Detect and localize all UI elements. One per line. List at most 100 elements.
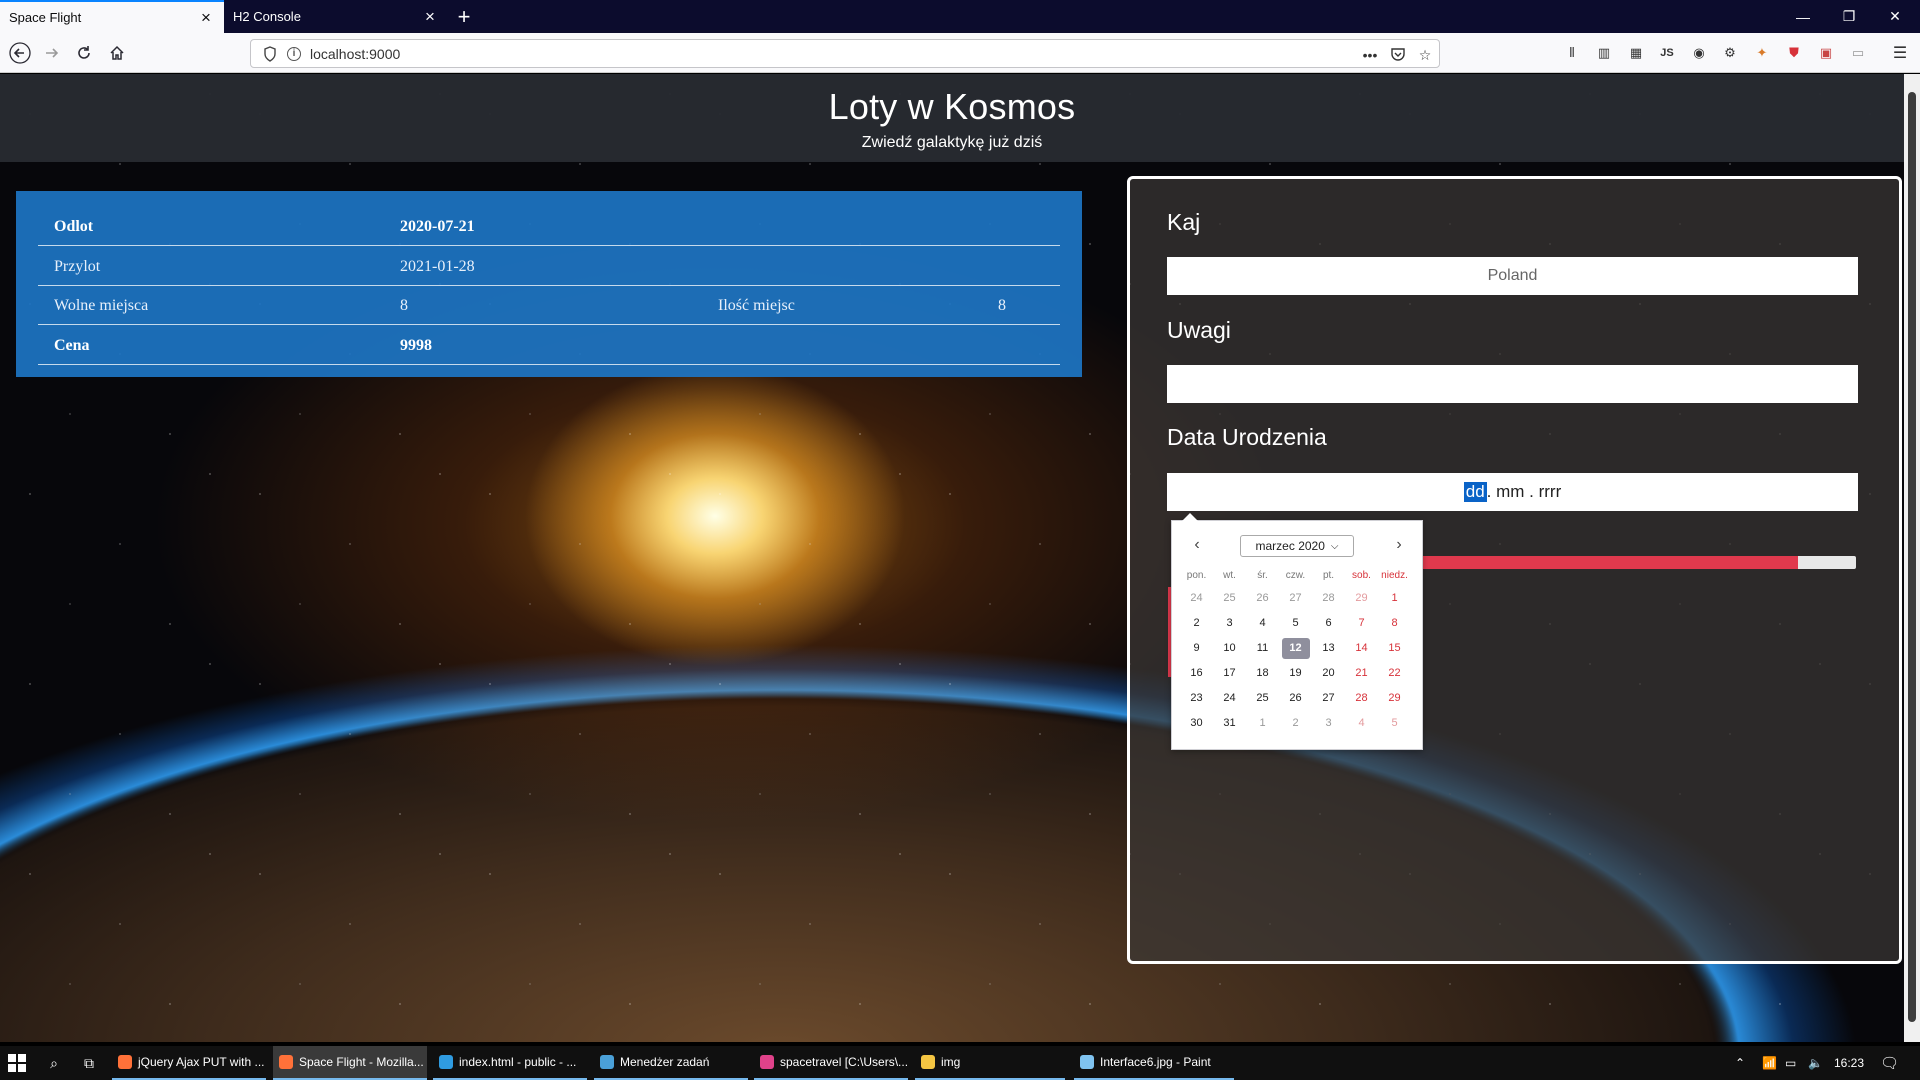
calendar-day-today[interactable]: 12	[1279, 637, 1312, 662]
taskbar-app[interactable]: Interface6.jpg - Paint	[1074, 1046, 1234, 1080]
calendar-day[interactable]: 19	[1279, 662, 1312, 687]
calendar-day[interactable]: 18	[1246, 662, 1279, 687]
calendar-day[interactable]: 8	[1378, 612, 1411, 637]
calendar-day[interactable]: 13	[1312, 637, 1345, 662]
weekday-label: wt.	[1223, 570, 1236, 581]
calendar-day[interactable]: 3	[1213, 612, 1246, 637]
calendar-day[interactable]: 24	[1180, 587, 1213, 612]
calendar-day[interactable]: 15	[1378, 637, 1411, 662]
calendar-day[interactable]: 31	[1213, 712, 1246, 737]
calendar-day[interactable]: 29	[1345, 587, 1378, 612]
calendar-day[interactable]: 4	[1345, 712, 1378, 737]
taskbar-app[interactable]: index.html - public - ...	[433, 1046, 587, 1080]
taskbar-app-label: index.html - public - ...	[459, 1055, 577, 1069]
close-tab-icon[interactable]: ×	[422, 8, 438, 25]
extension-cookie-icon[interactable]: ▣	[1816, 43, 1836, 63]
calendar-day[interactable]: 21	[1345, 662, 1378, 687]
scrollbar-thumb[interactable]	[1908, 92, 1916, 1022]
extension-gears-icon[interactable]: ⚙	[1720, 43, 1740, 63]
calendar-day[interactable]: 17	[1213, 662, 1246, 687]
new-tab-button[interactable]: +	[452, 4, 476, 29]
site-info-icon[interactable]: i	[287, 47, 301, 61]
calendar-day[interactable]: 14	[1345, 637, 1378, 662]
calendar-day[interactable]: 5	[1279, 612, 1312, 637]
extension-gray-icon[interactable]: ▭	[1848, 43, 1868, 63]
calendar-day[interactable]: 7	[1345, 612, 1378, 637]
page-scrollbar[interactable]	[1904, 74, 1920, 1042]
date-day-segment[interactable]: dd	[1463, 482, 1487, 502]
forward-icon[interactable]	[38, 39, 66, 67]
previous-month-icon[interactable]: ‹	[1188, 537, 1206, 555]
calendar-day[interactable]: 11	[1246, 637, 1279, 662]
calendar-day[interactable]: 9	[1180, 637, 1213, 662]
calendar-day[interactable]: 30	[1180, 712, 1213, 737]
tracking-shield-icon[interactable]	[263, 46, 277, 67]
calendar-day[interactable]: 25	[1246, 687, 1279, 712]
calendar-day[interactable]: 1	[1378, 587, 1411, 612]
calendar-week: 9 10 11 12 13 14 15	[1180, 637, 1416, 662]
calendar-day[interactable]: 20	[1312, 662, 1345, 687]
calendar-day[interactable]: 1	[1246, 712, 1279, 737]
calendar-day[interactable]: 16	[1180, 662, 1213, 687]
extension-shield-icon[interactable]: ⛊	[1784, 43, 1804, 63]
clock[interactable]: 16:23	[1834, 1046, 1864, 1080]
back-button[interactable]	[6, 39, 34, 67]
extension-js-icon[interactable]: JS	[1657, 43, 1677, 63]
taskbar-app[interactable]: Space Flight - Mozilla...	[273, 1046, 427, 1080]
close-tab-icon[interactable]: ×	[198, 9, 214, 26]
extension-color-icon[interactable]: ✦	[1752, 43, 1772, 63]
network-icon[interactable]: 📶	[1762, 1046, 1777, 1080]
calendar-day[interactable]: 26	[1246, 587, 1279, 612]
calendar-day[interactable]: 5	[1378, 712, 1411, 737]
month-select[interactable]: marzec 2020 ⌵	[1240, 535, 1354, 557]
tab-h2-console[interactable]: H2 Console ×	[224, 0, 448, 33]
calendar-day[interactable]: 27	[1279, 587, 1312, 612]
calendar-day[interactable]: 22	[1378, 662, 1411, 687]
home-icon[interactable]	[103, 39, 131, 67]
next-month-icon[interactable]: ›	[1390, 537, 1408, 555]
taskbar-app[interactable]: img	[915, 1046, 1065, 1080]
birth-date-input[interactable]: dd. mm . rrrr	[1167, 473, 1858, 511]
tab-space-flight[interactable]: Space Flight ×	[0, 0, 224, 33]
calendar-day[interactable]: 26	[1279, 687, 1312, 712]
restore-icon[interactable]: ❐	[1826, 0, 1872, 33]
calendar-day[interactable]: 2	[1180, 612, 1213, 637]
menu-icon[interactable]: ☰	[1890, 43, 1910, 63]
minimize-icon[interactable]: —	[1780, 0, 1826, 33]
calendar-day[interactable]: 23	[1180, 687, 1213, 712]
task-view-icon[interactable]: ⧉	[79, 1053, 99, 1073]
notifications-icon[interactable]: 🗨	[1880, 1046, 1899, 1080]
notes-input[interactable]	[1167, 365, 1858, 403]
extension-barcode-icon[interactable]: ▦	[1626, 43, 1646, 63]
calendar-day[interactable]: 6	[1312, 612, 1345, 637]
reload-icon[interactable]	[70, 39, 98, 67]
library-icon[interactable]: ⫴	[1562, 43, 1582, 63]
bookmark-star-icon[interactable]: ☆	[1414, 46, 1436, 64]
calendar-day[interactable]: 4	[1246, 612, 1279, 637]
pocket-icon[interactable]	[1387, 46, 1409, 64]
url-bar[interactable]: i localhost:9000 ••• ☆	[250, 39, 1440, 68]
calendar-day[interactable]: 27	[1312, 687, 1345, 712]
tray-chevron-icon[interactable]: ⌃	[1735, 1046, 1745, 1080]
search-icon[interactable]: ⌕	[44, 1053, 64, 1073]
calendar-day[interactable]: 28	[1345, 687, 1378, 712]
calendar-day[interactable]: 2	[1279, 712, 1312, 737]
battery-icon[interactable]: ▭	[1785, 1046, 1796, 1080]
calendar-day[interactable]: 28	[1312, 587, 1345, 612]
calendar-day[interactable]: 3	[1312, 712, 1345, 737]
volume-icon[interactable]: 🔈	[1808, 1046, 1823, 1080]
close-window-icon[interactable]: ✕	[1872, 0, 1918, 33]
account-icon[interactable]: ◉	[1689, 43, 1709, 63]
country-input[interactable]: Poland	[1167, 257, 1858, 295]
calendar-day[interactable]: 10	[1213, 637, 1246, 662]
taskbar-app[interactable]: spacetravel [C:\Users\...	[754, 1046, 908, 1080]
page-actions-icon[interactable]: •••	[1359, 46, 1381, 64]
sidebar-icon[interactable]: ▥	[1594, 43, 1614, 63]
calendar-day[interactable]: 24	[1213, 687, 1246, 712]
date-month-year-segment[interactable]: . mm . rrrr	[1487, 482, 1562, 502]
taskbar-app[interactable]: Menedżer zadań	[594, 1046, 748, 1080]
windows-start-icon[interactable]	[8, 1054, 26, 1072]
calendar-day[interactable]: 25	[1213, 587, 1246, 612]
taskbar-app[interactable]: jQuery Ajax PUT with ...	[112, 1046, 266, 1080]
calendar-day[interactable]: 29	[1378, 687, 1411, 712]
